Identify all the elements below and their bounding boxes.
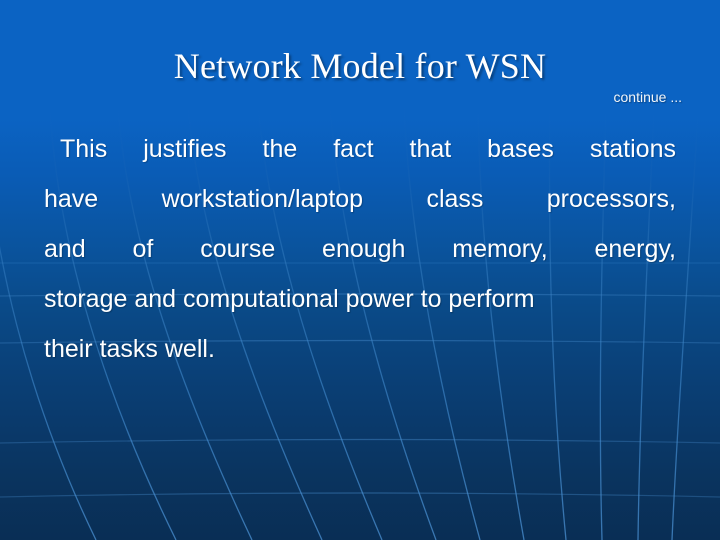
page-title: Network Model for WSN — [173, 46, 547, 86]
slide-body-text: This justifies the fact that bases stati… — [44, 124, 676, 374]
body-line: have workstation/laptop class processors… — [44, 174, 676, 224]
body-line: This justifies the fact that bases stati… — [44, 124, 676, 174]
continue-label: continue ... — [613, 89, 683, 105]
title-block: Network Model for WSN — [0, 44, 720, 88]
body-line: storage and computational power to perfo… — [44, 274, 676, 324]
body-word: their tasks well. — [44, 335, 215, 363]
body-line: their tasks well. — [44, 324, 676, 374]
body-word: This justifies the fact that bases stati… — [60, 135, 676, 163]
body-word: and of course enough memory, energy, — [44, 235, 676, 263]
body-word: have workstation/laptop class processors… — [44, 185, 676, 213]
body-word: storage and computational power to perfo… — [44, 285, 535, 313]
slide: Network Model for WSN continue ... This … — [0, 0, 720, 540]
body-line: and of course enough memory, energy, — [44, 224, 676, 274]
